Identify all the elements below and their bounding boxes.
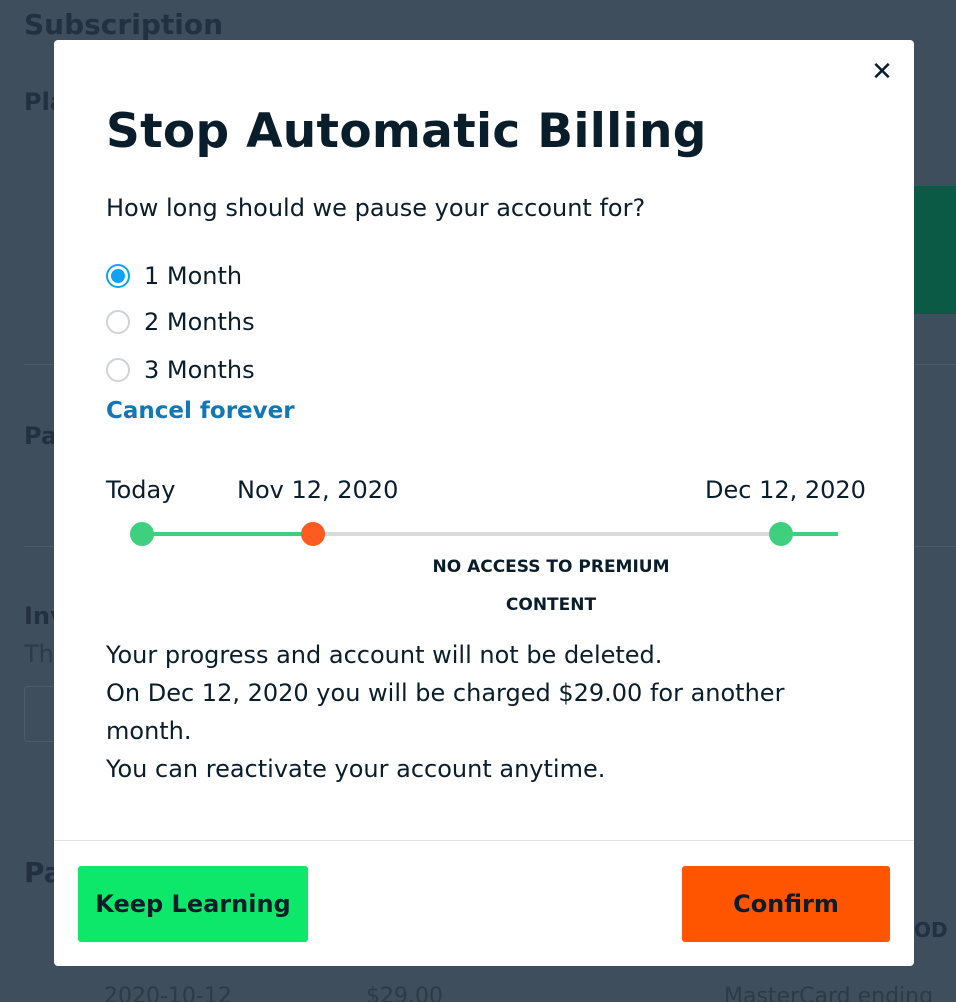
timeline-active-segment [142, 532, 313, 536]
timeline-caption-line: CONTENT [505, 595, 597, 615]
radio-button[interactable] [106, 358, 130, 382]
pause-question: How long should we pause your account fo… [106, 194, 646, 222]
confirm-button[interactable]: Confirm [682, 866, 890, 942]
info-line: On Dec 12, 2020 you will be charged $29.… [106, 679, 785, 745]
timeline-resume-date: Dec 12, 2020 [705, 476, 866, 504]
timeline-resume-dot [769, 522, 793, 546]
timeline-paused-segment [313, 532, 781, 536]
stop-billing-modal: ✕ Stop Automatic Billing How long should… [54, 40, 914, 966]
table-header-method: OD [914, 918, 948, 942]
info-line: Your progress and account will not be de… [106, 641, 663, 669]
table-cell-date: 2020-10-12 [104, 984, 232, 1002]
option-3-months[interactable]: 3 Months [106, 356, 255, 384]
option-label: 3 Months [144, 356, 255, 384]
info-line: You can reactivate your account anytime. [106, 755, 606, 783]
keep-learning-button[interactable]: Keep Learning [78, 866, 308, 942]
pause-info: Your progress and account will not be de… [106, 636, 846, 788]
timeline-pause-dot [301, 522, 325, 546]
radio-button[interactable] [106, 310, 130, 334]
option-label: 1 Month [144, 262, 243, 290]
page-heading: Subscription [24, 8, 224, 41]
timeline-today-dot [130, 522, 154, 546]
timeline-caption-line: NO ACCESS TO PREMIUM [432, 557, 670, 577]
modal-title: Stop Automatic Billing [106, 104, 707, 159]
table-cell-method: MasterCard ending [724, 984, 934, 1002]
footer-divider [54, 840, 914, 841]
payment-label: Pa [24, 422, 58, 450]
timeline-caption: NO ACCESS TO PREMIUM CONTENT [384, 548, 718, 624]
option-2-months[interactable]: 2 Months [106, 308, 255, 336]
table-cell-amount: $29.00 [366, 984, 443, 1002]
radio-button-selected[interactable] [106, 264, 130, 288]
close-icon[interactable]: ✕ [868, 57, 896, 87]
plan-button [914, 186, 956, 314]
invoices-subtext: Th [24, 640, 54, 668]
option-label: 2 Months [144, 308, 255, 336]
timeline-pause-date: Nov 12, 2020 [237, 476, 399, 504]
timeline-today-label: Today [106, 476, 176, 504]
option-1-month[interactable]: 1 Month [106, 262, 242, 290]
cancel-forever-link[interactable]: Cancel forever [106, 398, 295, 424]
